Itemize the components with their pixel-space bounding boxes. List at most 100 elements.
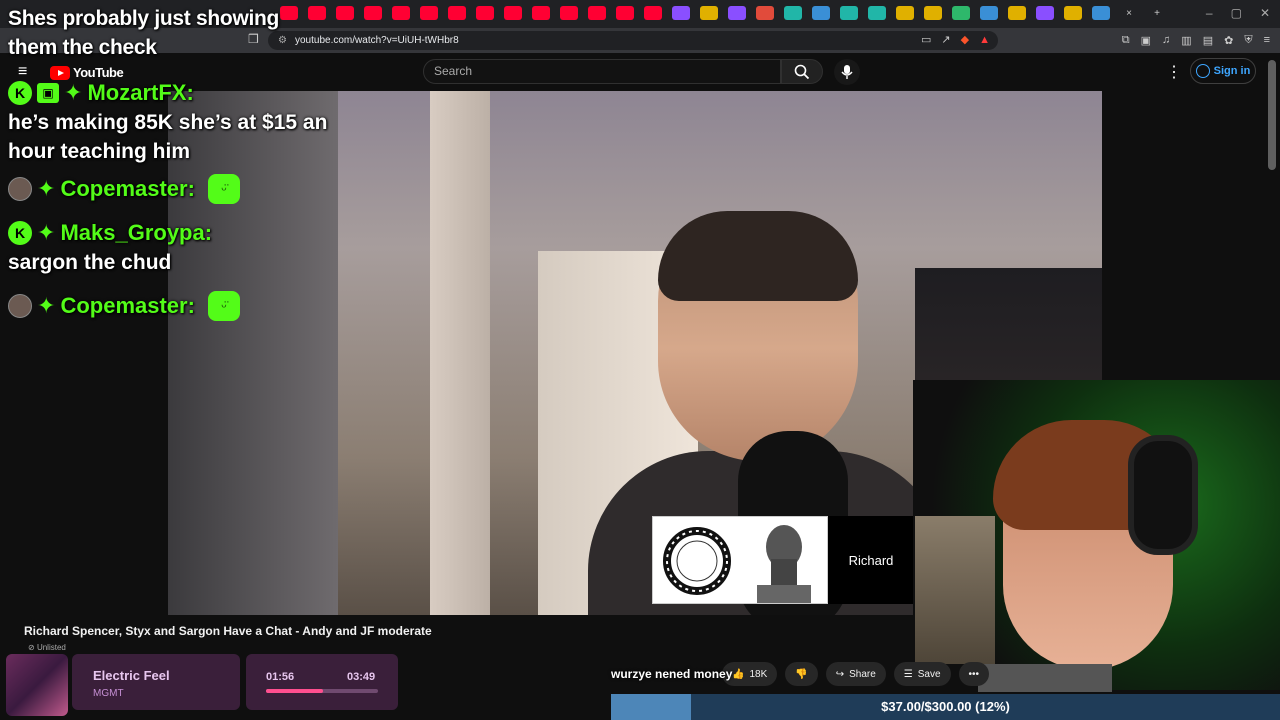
chat-message-header: ✦ Copemaster: ᵕ̈ <box>8 291 348 321</box>
tab-icon[interactable] <box>1008 6 1026 20</box>
browser-menu-icon[interactable]: ≡ <box>1264 34 1270 47</box>
dislike-button[interactable]: 👎 <box>785 662 818 686</box>
more-actions-button[interactable]: ••• <box>958 662 990 686</box>
headphones-shape <box>1128 435 1198 555</box>
cast-icon[interactable]: ▭ <box>921 31 931 50</box>
chat-top-message: Shes probably just showing them the chec… <box>8 7 280 59</box>
visibility-badge: ⊘ Unlisted <box>28 643 66 652</box>
brave-rewards-icon[interactable]: ▲ <box>979 31 990 50</box>
settings-more-icon[interactable]: ⋮ <box>1166 62 1182 82</box>
close-tab-icon[interactable]: × <box>1120 6 1138 20</box>
participant-name-tag: Richard <box>828 516 914 604</box>
tab-icon[interactable] <box>812 6 830 20</box>
sign-in-button[interactable]: Sign in <box>1190 58 1256 84</box>
share-icon: ↪ <box>835 668 845 680</box>
search-icon <box>794 64 810 79</box>
chat-message-text: he’s making 85K she’s at $15 an hour tea… <box>8 111 328 163</box>
tab-icon[interactable] <box>980 6 998 20</box>
user-avatar-icon <box>8 177 32 201</box>
youtube-tab-icon[interactable] <box>420 6 438 20</box>
youtube-tab-icon[interactable] <box>336 6 354 20</box>
song-progress-fill <box>266 689 324 693</box>
extension-icon[interactable]: ⧉ <box>1122 34 1130 47</box>
chat-overlay: K ▣ ✦ MozartFX: he’s making 85K she’s at… <box>8 74 348 321</box>
gift-badge-icon: ▣ <box>37 83 59 103</box>
twitch-tab-icon[interactable] <box>672 6 690 20</box>
tab-icon[interactable] <box>756 6 774 20</box>
ouroboros-icon <box>662 527 731 595</box>
youtube-tab-icon[interactable] <box>504 6 522 20</box>
chat-username: MozartFX: <box>87 80 194 105</box>
page-scrollbar[interactable] <box>1268 60 1276 170</box>
bust-icon <box>756 525 811 603</box>
chat-message-header: K ✦ Maks_Groypa: <box>8 218 348 248</box>
search-button[interactable] <box>781 59 823 84</box>
omnibox-actions: ▭ ↗ ◆ ▲ <box>921 31 990 50</box>
song-progress-bar <box>266 689 378 693</box>
search-input[interactable]: Search <box>423 59 781 84</box>
kick-badge-icon: K <box>8 221 32 245</box>
address-bar[interactable]: ⚙ youtube.com/watch?v=UiUH-tWHbr8 ▭ ↗ ◆ … <box>268 31 998 50</box>
album-art <box>6 654 68 716</box>
tab-icon[interactable] <box>1092 6 1110 20</box>
voice-search-button[interactable] <box>834 59 860 85</box>
participant-thumbnail <box>652 516 828 604</box>
statue-image <box>740 517 827 605</box>
vpn-icon[interactable]: ⛨ <box>1244 34 1252 47</box>
new-tab-icon[interactable]: + <box>1148 6 1166 20</box>
share-page-icon[interactable]: ↗ <box>941 31 950 50</box>
youtube-tab-icon[interactable] <box>532 6 550 20</box>
sign-in-label: Sign in <box>1213 65 1251 77</box>
extension-icon[interactable]: ▣ <box>1141 34 1151 47</box>
twitch-tab-icon[interactable] <box>1036 6 1054 20</box>
tab-icon[interactable] <box>784 6 802 20</box>
youtube-tab-icon[interactable] <box>476 6 494 20</box>
tab-icon[interactable] <box>952 6 970 20</box>
thumbs-up-icon: 👍 <box>732 668 745 680</box>
twitch-tab-icon[interactable] <box>728 6 746 20</box>
video-title: Richard Spencer, Styx and Sargon Have a … <box>24 624 432 638</box>
music-icon[interactable]: ♫ <box>1162 34 1170 47</box>
donation-goal-text: $37.00/$300.00 (12%) <box>881 699 1010 714</box>
tab-icon[interactable] <box>868 6 886 20</box>
wallet-icon[interactable]: ▤ <box>1203 34 1213 47</box>
extensions-icon[interactable]: ✿ <box>1224 34 1233 47</box>
minimize-icon[interactable]: – <box>1206 6 1213 20</box>
brave-shield-icon[interactable]: ◆ <box>961 31 969 50</box>
song-title: Electric Feel <box>93 668 170 683</box>
tab-icon[interactable] <box>840 6 858 20</box>
chat-message-text: sargon the chud <box>8 251 172 274</box>
sidebar-icon[interactable]: ▥ <box>1181 34 1191 47</box>
youtube-tab-icon[interactable] <box>308 6 326 20</box>
youtube-tab-icon[interactable] <box>644 6 662 20</box>
tab-icon[interactable] <box>924 6 942 20</box>
chat-username: Copemaster: <box>60 293 195 318</box>
webcam-inset-video <box>915 516 995 664</box>
user-avatar-icon <box>8 294 32 318</box>
youtube-tab-icon[interactable] <box>616 6 634 20</box>
streamer-webcam <box>913 380 1280 690</box>
save-button[interactable]: ☰ Save <box>893 662 951 686</box>
related-video-thumbnail[interactable] <box>978 664 1112 692</box>
kick-badge-icon: K <box>8 81 32 105</box>
youtube-tab-icon[interactable] <box>448 6 466 20</box>
close-window-icon[interactable]: ✕ <box>1260 6 1270 20</box>
diamond-badge-icon: ✦ <box>37 176 56 201</box>
maximize-icon[interactable]: ▢ <box>1231 6 1242 20</box>
save-label: Save <box>917 668 941 680</box>
green-face-emote-icon: ᵕ̈ <box>207 174 240 204</box>
green-face-emote-icon: ᵕ̈ <box>207 291 240 321</box>
share-button[interactable]: ↪ Share <box>825 662 886 686</box>
youtube-tab-icon[interactable] <box>392 6 410 20</box>
youtube-tab-icon[interactable] <box>364 6 382 20</box>
tab-icon[interactable] <box>896 6 914 20</box>
youtube-tab-icon[interactable] <box>560 6 578 20</box>
screen: × + – ▢ ✕ ❒ ⚙ youtube.com/watch?v=UiUH-t… <box>0 0 1280 720</box>
tab-icons: × + <box>280 6 1166 20</box>
like-count: 18K <box>749 668 768 680</box>
tab-icon[interactable] <box>700 6 718 20</box>
youtube-tab-icon[interactable] <box>588 6 606 20</box>
tab-icon[interactable] <box>1064 6 1082 20</box>
chat-message-header: K ▣ ✦ MozartFX: <box>8 78 348 108</box>
video-frame-doorframe <box>430 91 490 615</box>
